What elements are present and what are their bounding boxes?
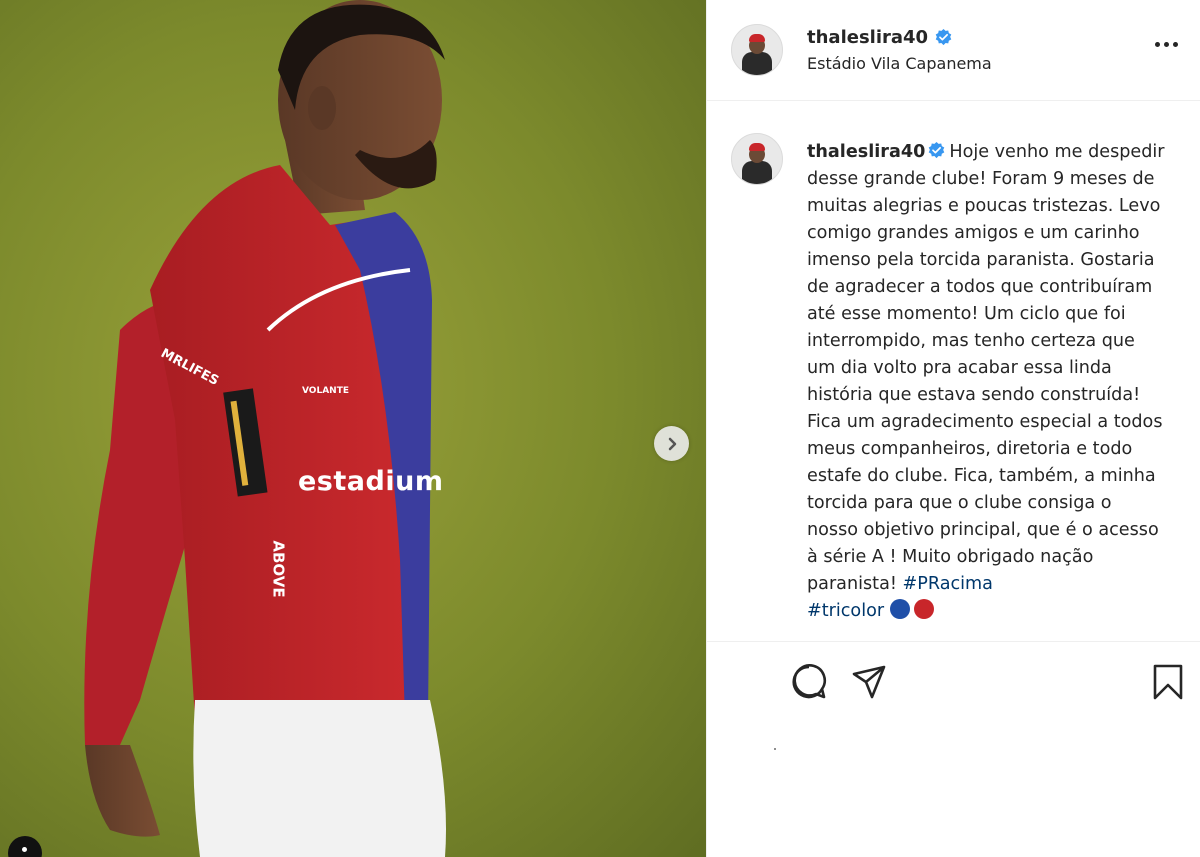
jersey-text-above: ABOVE (269, 540, 288, 598)
instagram-post: MRLIFES VOLANTE estadium ABOVE thaleslir… (0, 0, 1200, 857)
caption-overflow-hashtag[interactable]: #tricolor (807, 601, 884, 621)
post-actions (707, 642, 1200, 722)
post-footer (707, 740, 1200, 857)
post-header: thaleslira40 Estádio Vila Capanema (707, 0, 1200, 101)
blue-heart-emoji-icon (889, 599, 910, 619)
post-photo[interactable]: MRLIFES VOLANTE estadium ABOVE (0, 0, 706, 857)
caption-username[interactable]: thaleslira40 (807, 142, 925, 162)
jersey-text-estadium: estadium (298, 466, 444, 497)
more-options-icon (1155, 42, 1160, 47)
verified-badge-icon (929, 141, 945, 159)
post-caption: thaleslira40 Hoje venho me despedir dess… (807, 139, 1167, 625)
more-options-button[interactable] (1151, 38, 1182, 51)
caption-text: Hoje venho me despedir desse grande club… (807, 142, 1165, 594)
post-side-panel: thaleslira40 Estádio Vila Capanema thale… (706, 0, 1200, 857)
jersey-text-volante: VOLANTE (302, 386, 349, 396)
chevron-right-icon (668, 437, 676, 450)
comment-icon[interactable] (791, 664, 827, 700)
next-photo-button[interactable] (654, 426, 689, 461)
caption-hashtag[interactable]: #PRacima (903, 574, 993, 594)
share-icon[interactable] (851, 664, 887, 700)
player-photo (84, 0, 446, 857)
red-heart-emoji-icon (913, 599, 934, 619)
caption-section: thaleslira40 Hoje venho me despedir dess… (707, 101, 1200, 642)
post-location[interactable]: Estádio Vila Capanema (807, 54, 992, 73)
caption-author-avatar[interactable] (731, 133, 783, 185)
bookmark-icon[interactable] (1151, 664, 1185, 700)
verified-badge-icon (935, 28, 952, 46)
author-username[interactable]: thaleslira40 (807, 27, 928, 48)
decorative-dot (774, 748, 776, 750)
author-avatar[interactable] (731, 24, 783, 76)
